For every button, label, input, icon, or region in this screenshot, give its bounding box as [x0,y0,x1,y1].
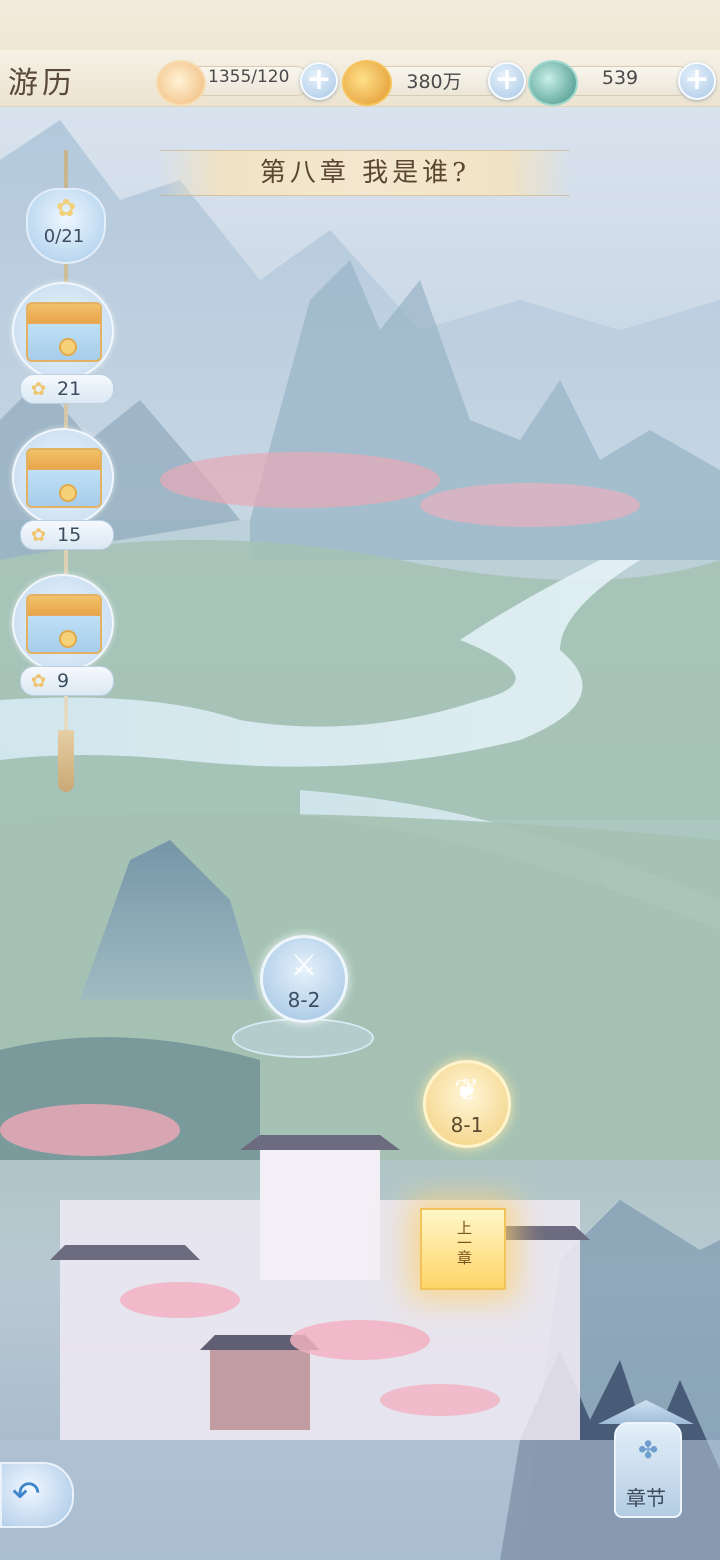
chest-requirement-value: 9 [57,670,70,692]
gold-resource: 380万 + [342,60,526,106]
gold-coin-icon [342,60,392,106]
flower-icon [59,630,77,648]
cat-stamina-icon [156,60,206,106]
butterfly-icon: ❦ [454,1073,480,1108]
lantern-roof [598,1400,694,1424]
stamina-resource: 1355/120 + [156,60,338,106]
crossed-swords-icon: ⚔ [290,948,318,983]
page-title: 游历 [8,66,76,101]
back-arrow-icon: ↶ [12,1474,41,1514]
chest-icon [26,594,102,654]
stamina-value: 1355/120 [208,67,290,87]
reward-chest-2[interactable] [12,428,114,526]
add-jade-button[interactable]: + [678,62,716,100]
add-stamina-button[interactable]: + [300,62,338,100]
chapter-title: 第八章 我是谁? [259,158,471,188]
stage-8-2[interactable]: ⚔ 8-2 [260,935,348,1023]
reward-chest-1[interactable] [12,282,114,380]
add-gold-button[interactable]: + [488,62,526,100]
chapter-button[interactable]: ✤ 章节 [598,1388,694,1532]
flower-icon: ✿ [55,194,77,222]
jade-dragon-icon [528,60,578,106]
chest-requirement-2: ✿ 15 [20,520,114,550]
star-progress-count: 0/21 [43,226,85,247]
stage-label: 8-1 [450,1113,484,1137]
gold-value: 380万 [406,71,462,93]
jade-resource: 539 + [528,60,718,106]
chapter-button-label: 章节 [626,1486,666,1510]
prev-chapter-label: 上一章 [455,1220,473,1265]
flower-icon [59,484,77,502]
tassel-decoration [58,730,74,792]
flower-icon: ✤ [637,1436,659,1464]
chest-icon [26,302,102,362]
flower-icon: ✿ [31,525,47,546]
chest-requirement-3: ✿ 9 [20,666,114,696]
jade-value: 539 [601,67,639,89]
chest-requirement-value: 21 [57,378,82,400]
back-button[interactable]: ↶ [0,1462,74,1528]
chest-icon [26,448,102,508]
stage-8-1[interactable]: ❦ 8-1 [423,1060,511,1148]
landscape-background [0,120,720,1560]
chapter-title-banner: 第八章 我是谁? [160,150,570,196]
stage-platform-ring [232,1018,374,1058]
reward-chest-3[interactable] [12,574,114,672]
chest-requirement-value: 15 [57,524,82,546]
stage-label: 8-2 [287,988,321,1012]
prev-chapter-lantern[interactable]: 上一章 [420,1208,506,1290]
chest-requirement-1: ✿ 21 [20,374,114,404]
flower-icon [59,338,77,356]
flower-icon: ✿ [31,379,47,400]
flower-icon: ✿ [31,671,47,692]
